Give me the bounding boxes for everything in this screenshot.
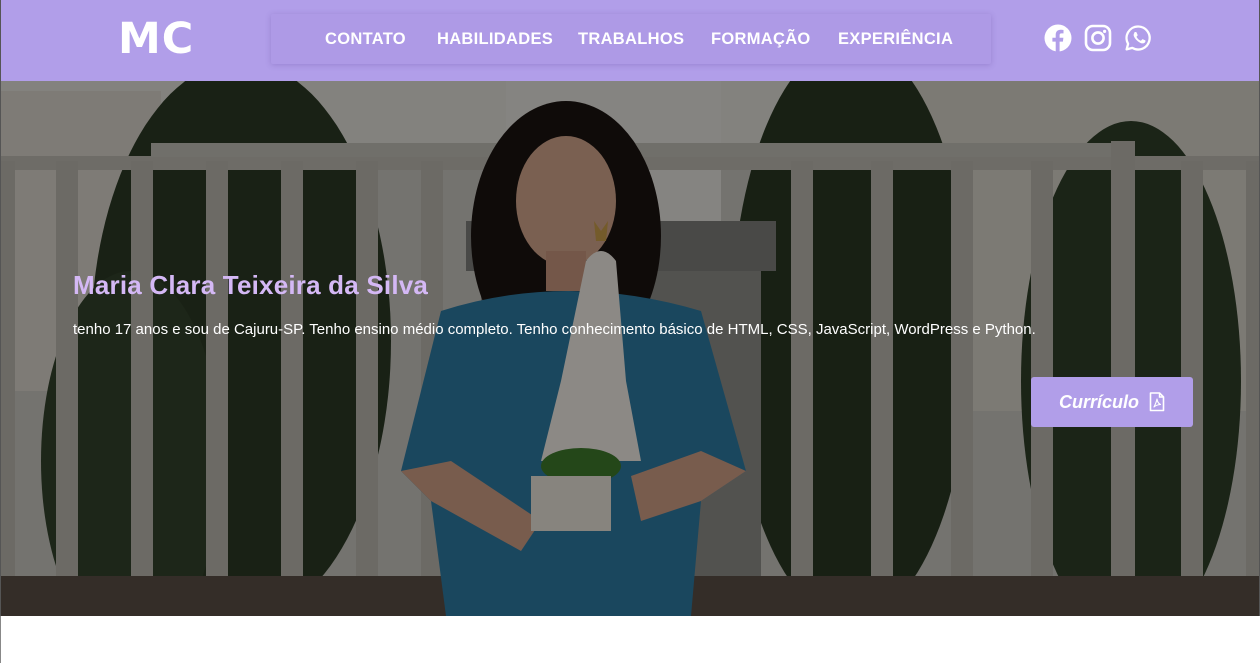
page-below-hero <box>0 616 1260 663</box>
whatsapp-icon[interactable] <box>1124 24 1152 52</box>
hero-overlay <box>1 81 1259 616</box>
nav-item-contato[interactable]: CONTATO <box>325 14 406 64</box>
curriculo-button[interactable]: Currículo <box>1031 377 1193 427</box>
nav-item-formacao[interactable]: FORMAÇÃO <box>711 14 811 64</box>
hero-section: Maria Clara Teixeira da Silva tenho 17 a… <box>0 81 1260 616</box>
curriculo-button-label: Currículo <box>1058 391 1139 412</box>
site-logo[interactable]: MC <box>118 14 194 64</box>
nav-item-habilidades[interactable]: HABILIDADES <box>437 14 553 64</box>
nav-item-trabalhos[interactable]: TRABALHOS <box>578 14 684 64</box>
nav-item-experiencia[interactable]: EXPERIÊNCIA <box>838 14 953 64</box>
site-header: MC CONTATO HABILIDADES TRABALHOS FORMAÇÃ… <box>0 0 1260 81</box>
hero-description: tenho 17 anos e sou de Cajuru-SP. Tenho … <box>73 321 1036 338</box>
pdf-file-icon <box>1149 392 1165 412</box>
hero-name: Maria Clara Teixeira da Silva <box>73 270 429 300</box>
main-nav: CONTATO HABILIDADES TRABALHOS FORMAÇÃO E… <box>271 14 991 64</box>
instagram-icon[interactable] <box>1084 24 1112 52</box>
facebook-icon[interactable] <box>1044 24 1072 52</box>
